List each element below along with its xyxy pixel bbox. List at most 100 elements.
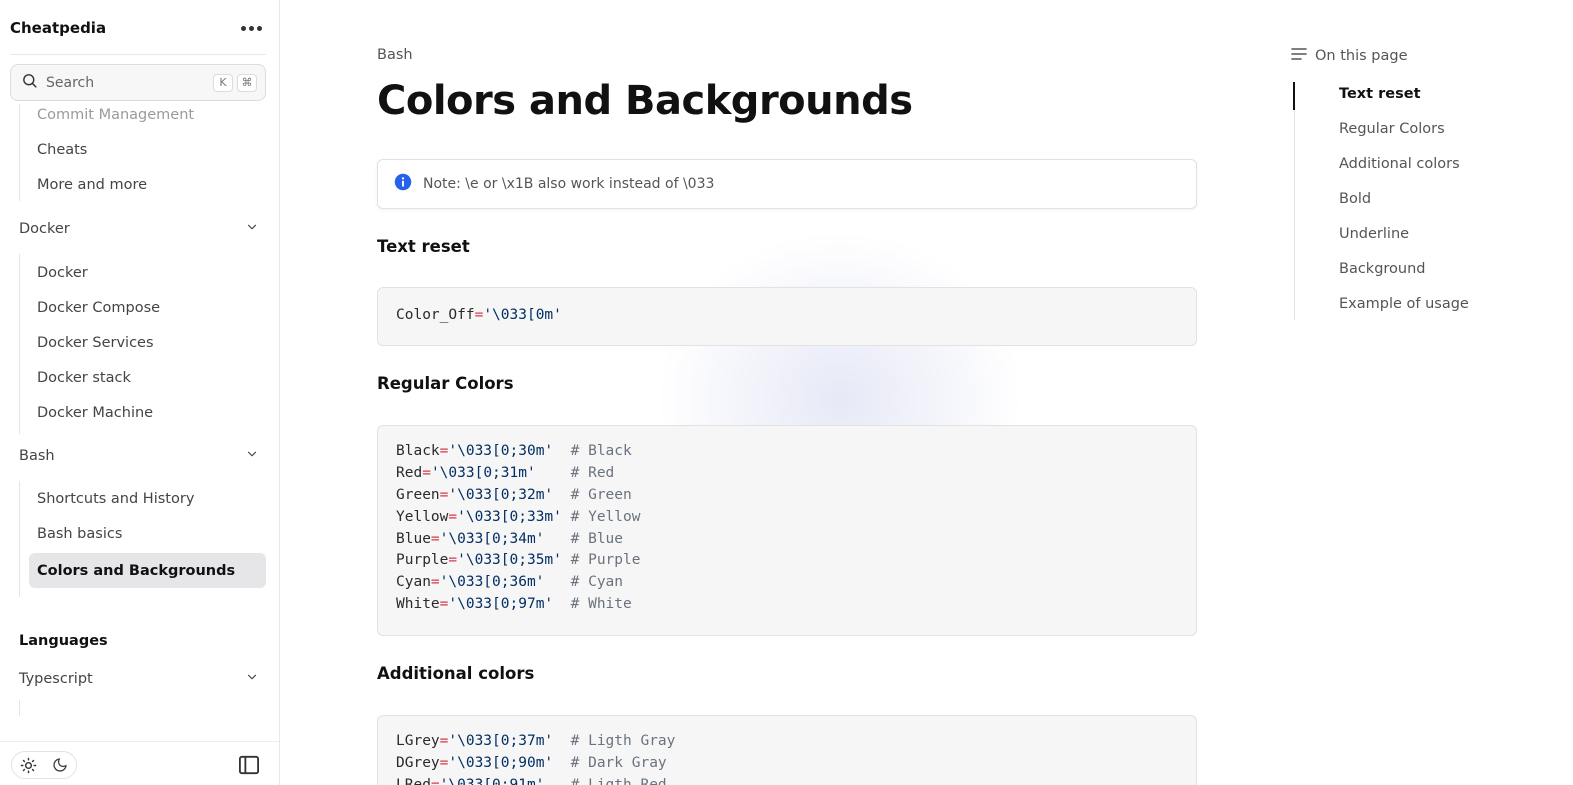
- breadcrumb[interactable]: Bash: [377, 47, 413, 63]
- code-token-comment: # Ligth Red: [570, 776, 667, 785]
- sidebar-item-cheats[interactable]: Cheats: [37, 142, 87, 158]
- code-block[interactable]: LGrey='\033[0;37m' # Ligth Gray DGrey='\0…: [377, 715, 1197, 785]
- sidebar-item-bash-basics[interactable]: Bash basics: [37, 526, 122, 542]
- code-token-name: Black: [396, 443, 440, 459]
- group-label: Bash: [19, 448, 55, 464]
- code-token-operator: =: [422, 464, 431, 481]
- sidebar-item-docker-stack[interactable]: Docker stack: [37, 370, 131, 386]
- info-icon: [394, 173, 412, 195]
- sidebar-group-typescript[interactable]: Typescript: [19, 670, 259, 688]
- sidebar-panel-icon[interactable]: [238, 755, 260, 775]
- code-block[interactable]: Black='\033[0;30m' # Black Red='\033[0;31…: [377, 425, 1197, 636]
- code-token-name: LRed: [396, 776, 431, 785]
- sidebar-item-more-and-more[interactable]: More and more: [37, 177, 147, 193]
- code-token-comment: # Cyan: [570, 574, 624, 591]
- toc-active-marker: [1293, 82, 1295, 110]
- section-heading-regular-colors: Regular Colors: [377, 374, 514, 393]
- sidebar-item-commit-management[interactable]: Commit Management: [37, 107, 194, 123]
- toc-item-bold[interactable]: Bold: [1339, 191, 1371, 207]
- code-token-comment: # Ligth Gray: [570, 733, 676, 749]
- more-horizontal-icon[interactable]: [237, 22, 266, 35]
- chevron-down-icon: [245, 670, 259, 688]
- toc-item-underline[interactable]: Underline: [1339, 226, 1409, 242]
- sun-icon[interactable]: [20, 757, 37, 774]
- code-token-comment: # Red: [570, 464, 615, 481]
- toc-item-additional-colors[interactable]: Additional colors: [1339, 156, 1460, 172]
- code-token-name: Green: [396, 486, 440, 503]
- toc-item-text-reset[interactable]: Text reset: [1339, 86, 1421, 102]
- code-token-name: Purple: [396, 552, 449, 569]
- code-token-operator: =: [430, 574, 440, 591]
- group-label: Docker: [19, 221, 70, 237]
- nav-tree-line: [19, 254, 20, 434]
- toc-item-example-of-usage[interactable]: Example of usage: [1339, 296, 1469, 312]
- sidebar-item-docker-compose[interactable]: Docker Compose: [37, 300, 160, 316]
- sidebar-group-bash[interactable]: Bash: [19, 447, 259, 465]
- group-label: Typescript: [19, 671, 93, 687]
- code-line: Red='\033[0;31m' # Red: [396, 463, 1178, 485]
- nav-tree-line: [19, 481, 20, 597]
- code-token-string: '\033[0;37m': [448, 733, 554, 749]
- moon-icon[interactable]: [52, 757, 68, 773]
- code-token-name: White: [396, 596, 440, 613]
- code-token-name: Blue: [396, 530, 431, 547]
- code-token-string: '\033[0;34m': [439, 530, 545, 547]
- toc-track: [1294, 82, 1295, 320]
- code-line: Blue='\033[0;34m' # Blue: [396, 529, 1178, 551]
- code-token-name: DGrey: [396, 754, 440, 771]
- code-token-comment: # Green: [570, 486, 632, 503]
- code-line: White='\033[0;97m' # White: [396, 594, 1178, 616]
- code-line: Black='\033[0;30m' # Black: [396, 441, 1178, 463]
- brand-title[interactable]: Cheatpedia: [10, 19, 106, 37]
- code-token-comment: # Blue: [570, 530, 624, 547]
- sidebar-item-docker-services[interactable]: Docker Services: [37, 335, 154, 351]
- section-heading-additional-colors: Additional colors: [377, 664, 535, 683]
- sidebar-item-docker-machine[interactable]: Docker Machine: [37, 405, 153, 421]
- section-heading-text-reset: Text reset: [377, 237, 470, 256]
- sidebar-item-colors-and-backgrounds[interactable]: Colors and Backgrounds: [29, 553, 266, 588]
- search-icon: [21, 72, 38, 93]
- nav-tree-line: [19, 700, 20, 716]
- code-token-string: '\033[0;31m': [430, 464, 536, 481]
- code-token-operator: =: [430, 530, 440, 547]
- divider: [10, 54, 266, 55]
- code-token-string: '\033[0;97m': [448, 596, 554, 613]
- sidebar: Cheatpedia Search K ⌘ Commit Management …: [0, 0, 280, 785]
- toc-item-regular-colors[interactable]: Regular Colors: [1339, 121, 1445, 137]
- note-text: Note: \e or \x1B also work instead of \0…: [423, 176, 715, 192]
- code-line: Color_Off='\033[0m': [396, 305, 1178, 327]
- theme-toggle[interactable]: [11, 751, 77, 779]
- sidebar-item-shortcuts-and-history[interactable]: Shortcuts and History: [37, 491, 194, 507]
- sidebar-item-docker[interactable]: Docker: [37, 265, 88, 281]
- code-line: LGrey='\033[0;37m' # Ligth Gray: [396, 731, 1178, 753]
- code-token-comment: # Dark Gray: [570, 754, 667, 771]
- code-token-name: Red: [396, 464, 423, 481]
- code-block[interactable]: Color_Off='\033[0m': [377, 287, 1197, 346]
- search-input[interactable]: Search K ⌘: [10, 64, 266, 101]
- page-title: Colors and Backgrounds: [377, 78, 913, 124]
- code-token-comment: # White: [570, 596, 632, 613]
- search-placeholder: Search: [46, 74, 95, 91]
- code-token-operator: =: [430, 776, 440, 785]
- toc-heading-label: On this page: [1315, 48, 1408, 64]
- code-token-string: '\033[0;35m': [457, 552, 562, 569]
- code-token-comment: # Purple: [570, 552, 641, 569]
- code-token-name: LGrey: [396, 733, 440, 749]
- code-line: LRed='\033[0;91m' # Ligth Red: [396, 775, 1178, 785]
- sidebar-nav: Commit Management Cheats More and more D…: [0, 104, 279, 740]
- toc-item-background[interactable]: Background: [1339, 261, 1426, 277]
- code-line: DGrey='\033[0;90m' # Dark Gray: [396, 753, 1178, 775]
- code-line: Purple='\033[0;35m' # Purple: [396, 550, 1178, 572]
- sidebar-group-docker[interactable]: Docker: [19, 220, 259, 238]
- section-languages: Languages: [19, 633, 108, 649]
- code-token-string: '\033[0;30m': [448, 443, 554, 459]
- code-token-string: '\033[0;91m': [439, 776, 545, 785]
